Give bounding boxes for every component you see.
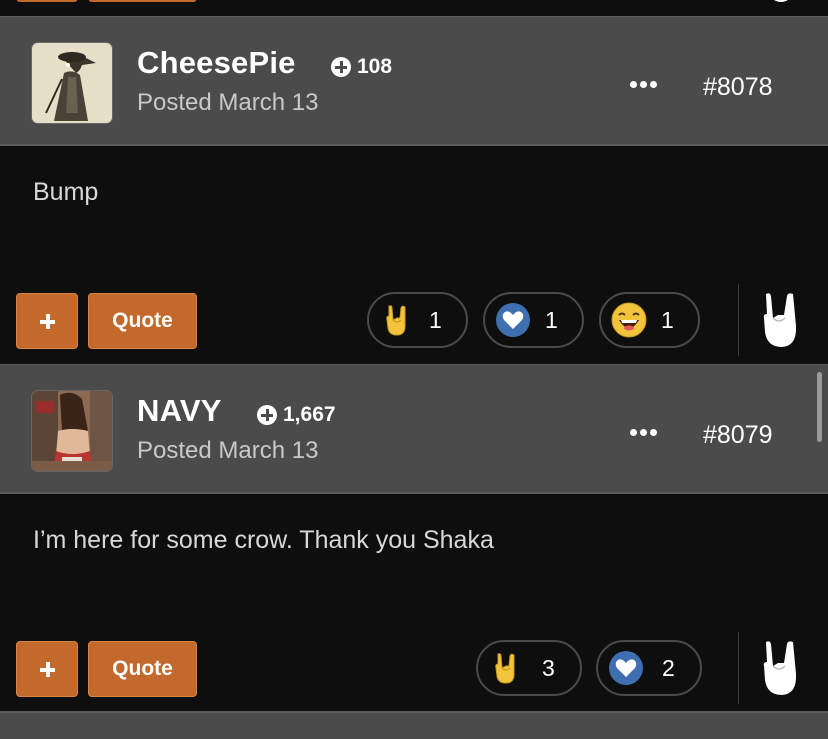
avatar-plague-doctor-image: [32, 43, 112, 123]
avatar-photo-image: [32, 391, 112, 471]
plus-circle-icon: [331, 57, 351, 77]
reputation-count: 108: [357, 55, 393, 78]
post-body: Bump Quote 1 1 1: [0, 146, 828, 364]
previous-react-icon[interactable]: [768, 0, 794, 2]
plus-circle-icon: [257, 405, 277, 425]
rock-on-hand-icon[interactable]: [760, 290, 804, 350]
post-header: CheesePie 108 Posted March 13 #8078: [0, 16, 828, 146]
ellipsis-icon[interactable]: [630, 429, 657, 436]
posted-date[interactable]: Posted March 13: [137, 437, 318, 465]
divider: [738, 632, 739, 704]
reputation-badge: 1,667: [257, 403, 336, 427]
heart-like-icon: [496, 303, 530, 337]
previous-post-footer: [0, 0, 828, 16]
reaction-like[interactable]: 1: [483, 292, 584, 348]
avatar[interactable]: [32, 43, 112, 123]
previous-quote-button[interactable]: [88, 0, 197, 2]
post-header: NAVY 1,667 Posted March 13 #8079: [0, 364, 828, 494]
laughing-emoji-icon: [611, 302, 647, 338]
quote-button[interactable]: Quote: [88, 293, 197, 349]
reaction-count: 3: [542, 655, 555, 681]
reaction-count: 1: [429, 307, 442, 333]
ellipsis-icon[interactable]: [630, 81, 657, 88]
post-number-link[interactable]: #8079: [703, 421, 773, 450]
username[interactable]: NAVY: [137, 393, 222, 429]
reaction-rock-on[interactable]: 3: [476, 640, 582, 696]
rock-on-emoji-icon: [386, 305, 406, 336]
posted-date[interactable]: Posted March 13: [137, 89, 318, 117]
post-content: I’m here for some crow. Thank you Shaka: [33, 526, 494, 554]
multiquote-plus-button[interactable]: [16, 293, 78, 349]
next-post-header: [0, 711, 828, 739]
reputation-badge: 108: [331, 55, 392, 79]
rock-on-emoji-icon: [495, 653, 515, 684]
avatar[interactable]: [32, 391, 112, 471]
reaction-count: 2: [662, 655, 675, 681]
reaction-count: 1: [661, 307, 674, 333]
post-number-link[interactable]: #8078: [703, 73, 773, 102]
reaction-like[interactable]: 2: [596, 640, 702, 696]
forum-thread: CheesePie 108 Posted March 13 #8078 Bump…: [0, 0, 828, 739]
reputation-count: 1,667: [283, 403, 336, 426]
reaction-count: 1: [545, 307, 558, 333]
previous-plus-button[interactable]: [16, 0, 78, 2]
heart-like-icon: [609, 651, 643, 685]
reaction-rock-on[interactable]: 1: [367, 292, 468, 348]
post-body: I’m here for some crow. Thank you Shaka …: [0, 494, 828, 712]
username[interactable]: CheesePie: [137, 45, 296, 81]
multiquote-plus-button[interactable]: [16, 641, 78, 697]
divider: [738, 284, 739, 356]
rock-on-hand-icon[interactable]: [760, 638, 804, 698]
scrollbar[interactable]: [817, 372, 822, 442]
quote-button[interactable]: Quote: [88, 641, 197, 697]
reaction-haha[interactable]: 1: [599, 292, 700, 348]
post-content: Bump: [33, 178, 99, 206]
